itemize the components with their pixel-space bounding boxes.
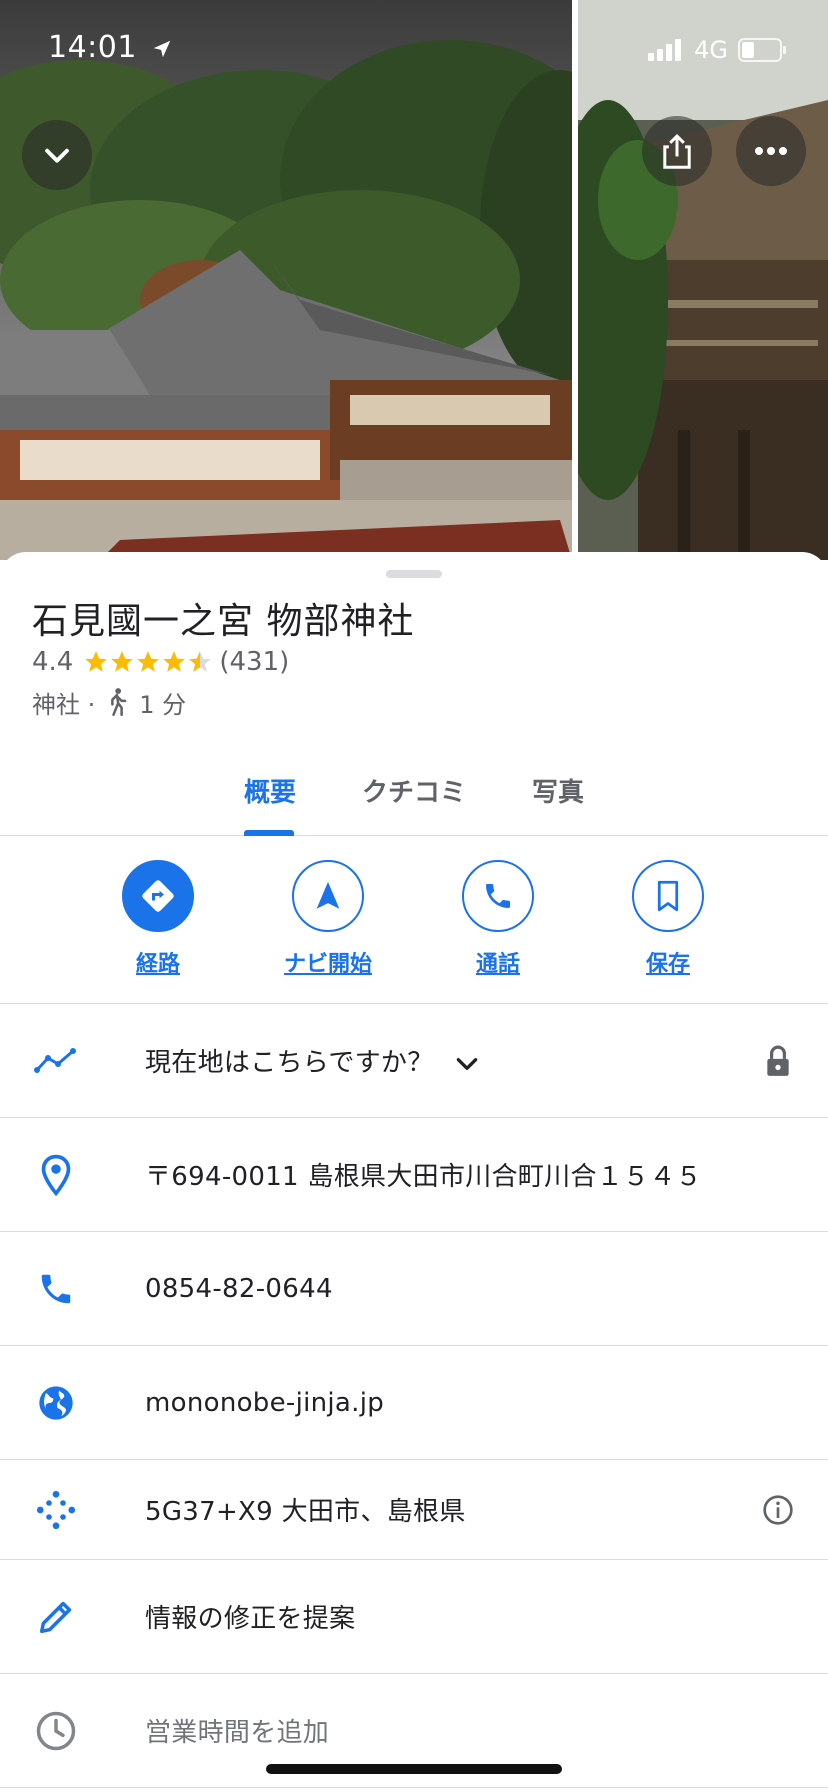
rating-row[interactable]: 4.4 (431)	[32, 644, 289, 680]
place-info-list: 現在地はこちらですか？ 〒694-0011 島根県大田市川合町川合１５４５ 08…	[0, 1004, 828, 1788]
chevron-down-icon[interactable]	[454, 1053, 480, 1075]
place-title: 石見國一之宮 物部神社	[32, 601, 415, 642]
clock-text: 14:01	[48, 30, 137, 65]
pencil-icon	[40, 1601, 72, 1633]
save-button[interactable]: 保存	[603, 860, 733, 978]
location-pin-icon	[41, 1154, 71, 1196]
lock-icon	[767, 1045, 789, 1076]
location-history-icon	[34, 1047, 76, 1073]
star-rating	[83, 649, 213, 675]
info-icon-slot	[34, 1039, 78, 1083]
call-label: 通話	[475, 952, 520, 977]
info-icon-slot	[34, 1381, 78, 1425]
star-icon	[85, 651, 108, 672]
suggest-edit-row[interactable]: 情報の修正を提案	[0, 1560, 828, 1674]
home-indicator[interactable]	[266, 1764, 562, 1774]
category-row: 神社 · 1 分	[32, 684, 186, 720]
directions-label: 経路	[135, 952, 180, 977]
plus-code-row[interactable]: 5G37+X9 大田市、島根県	[0, 1460, 828, 1560]
info-trail-slot[interactable]	[758, 1490, 798, 1530]
call-button[interactable]: 通話	[433, 860, 563, 978]
directions-icon	[142, 880, 174, 912]
network-label: 4G	[694, 36, 728, 64]
directions-button[interactable]: 経路	[93, 860, 223, 978]
website-text: mononobe-jinja.jp	[145, 1387, 385, 1418]
phone-row[interactable]: 0854-82-0644	[0, 1232, 828, 1346]
phone-icon	[486, 884, 510, 908]
info-icon-slot	[34, 1153, 78, 1197]
tab-reviews[interactable]: クチコミ	[362, 772, 466, 809]
star-icon	[163, 651, 186, 672]
location-arrow-icon	[153, 40, 171, 57]
info-icon-slot	[34, 1595, 78, 1639]
share-button[interactable]	[642, 116, 712, 186]
bookmark-icon	[657, 880, 679, 912]
review-count: (431)	[219, 647, 290, 677]
half-star-icon	[189, 651, 212, 672]
start-navigation-circle[interactable]	[292, 860, 364, 932]
place-details-sheet: 石見國一之宮 物部神社 4.4 (431) 神社 · 1 分 概要 クチコミ 写…	[0, 552, 828, 1792]
action-buttons: 経路 ナビ開始 通話 保存	[0, 836, 828, 1004]
info-icon-slot	[34, 1709, 78, 1753]
status-indicators: 4G	[648, 36, 788, 64]
navigation-arrow-icon	[316, 881, 340, 909]
walking-person-icon	[111, 688, 127, 716]
globe-icon	[39, 1385, 73, 1420]
tab-bar: 概要 クチコミ 写真	[0, 758, 828, 836]
tab-photos[interactable]: 写真	[532, 772, 584, 809]
location-prompt-label: 現在地はこちらですか？	[145, 1048, 434, 1078]
signal-icon	[648, 39, 682, 61]
suggest-edit-text: 情報の修正を提案	[145, 1604, 356, 1634]
start-navigation-button[interactable]: ナビ開始	[263, 860, 393, 978]
battery-icon	[738, 38, 786, 62]
start-navigation-label: ナビ開始	[283, 952, 372, 977]
phone-text: 0854-82-0644	[145, 1273, 333, 1304]
save-label: 保存	[645, 952, 690, 977]
directions-circle[interactable]	[122, 860, 194, 932]
address-row[interactable]: 〒694-0011 島根県大田市川合町川合１５４５	[0, 1118, 828, 1232]
plus-code-text: 5G37+X9 大田市、島根県	[145, 1497, 466, 1527]
walk-time: 1 分	[139, 690, 187, 719]
place-category: 神社 ·	[32, 690, 96, 719]
chevron-down-icon	[45, 148, 69, 163]
rating-value: 4.4	[32, 647, 74, 677]
more-options-button[interactable]	[736, 116, 806, 186]
info-circle-icon[interactable]	[762, 1494, 794, 1526]
more-horizontal-icon	[755, 147, 787, 155]
status-bar: 14:01 4G	[0, 0, 828, 100]
save-circle[interactable]	[632, 860, 704, 932]
sheet-drag-handle[interactable]	[386, 570, 442, 578]
add-hours-text: 営業時間を追加	[145, 1718, 330, 1748]
location-prompt-text: 現在地はこちらですか？	[145, 1042, 480, 1079]
location-prompt-row[interactable]: 現在地はこちらですか？	[0, 1004, 828, 1118]
call-circle[interactable]	[462, 860, 534, 932]
address-text: 〒694-0011 島根県大田市川合町川合１５４５	[145, 1162, 702, 1192]
collapse-button[interactable]	[22, 120, 92, 190]
website-row[interactable]: mononobe-jinja.jp	[0, 1346, 828, 1460]
tab-overview[interactable]: 概要	[244, 772, 296, 809]
phone-icon	[41, 1274, 71, 1303]
share-icon	[663, 133, 691, 169]
plus-code-icon	[36, 1490, 76, 1529]
star-icon	[111, 651, 134, 672]
info-trail-slot	[758, 1041, 798, 1081]
info-icon-slot	[34, 1267, 78, 1311]
status-time: 14:01	[48, 30, 173, 65]
clock-icon	[36, 1711, 76, 1750]
info-icon-slot	[34, 1488, 78, 1532]
star-icon	[137, 651, 160, 672]
